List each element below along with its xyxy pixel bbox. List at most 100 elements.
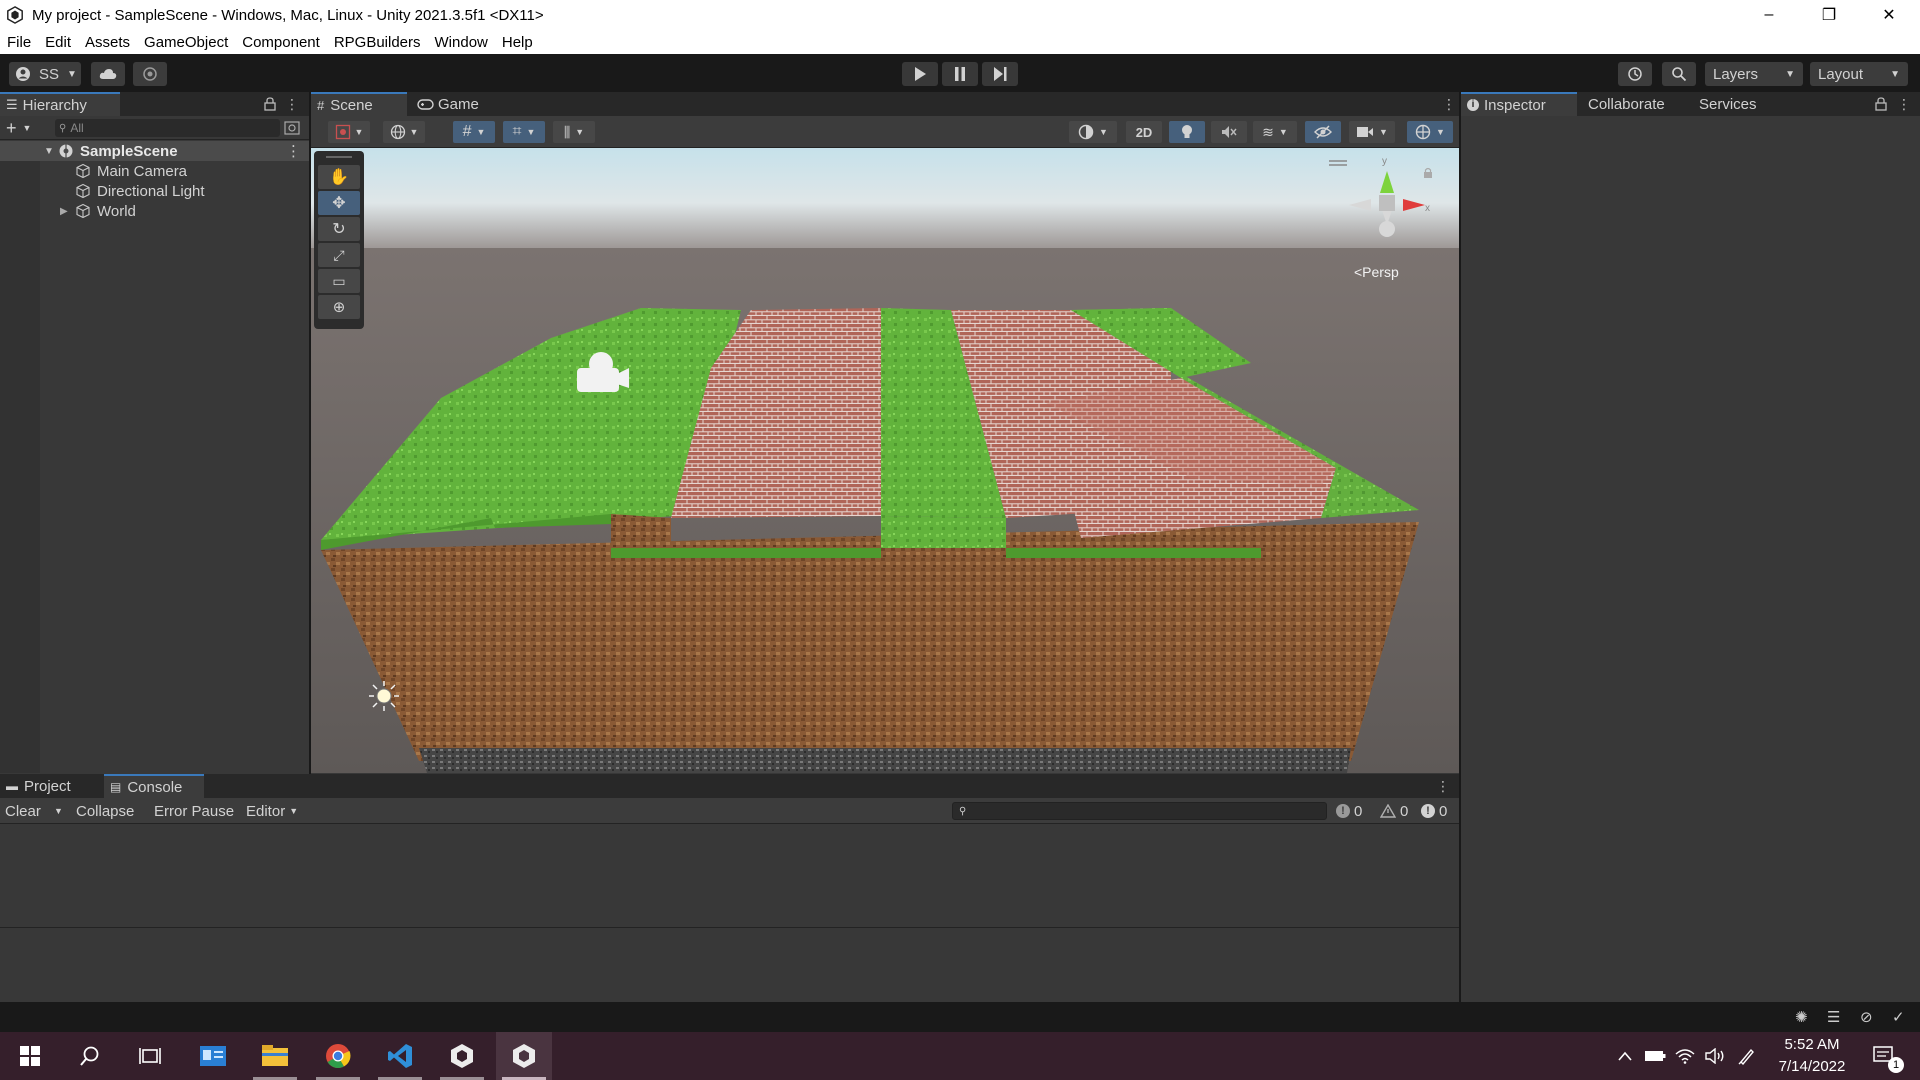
hierarchy-search-input[interactable]: ⚲ All xyxy=(55,119,280,137)
more-options-icon[interactable]: ⋮ xyxy=(285,96,299,112)
camera-dropdown[interactable]: ▼ xyxy=(1349,121,1395,143)
scene-viewport[interactable]: <Persp y x ✋ ✥ ↻ ⤢ ▭ ⊕ xyxy=(311,148,1459,773)
tab-console[interactable]: ▤ Console xyxy=(104,774,204,798)
menu-rpgbuilders[interactable]: RPGBuilders xyxy=(327,34,428,51)
lock-icon[interactable] xyxy=(264,97,276,111)
more-options-icon[interactable]: ⋮ xyxy=(1897,96,1911,112)
notification-center-button[interactable]: 1 xyxy=(1864,1032,1904,1080)
scene-search-icon[interactable] xyxy=(284,121,300,135)
taskbar-app-unity-editor[interactable] xyxy=(496,1032,552,1080)
taskbar-clock[interactable]: 5:52 AM 7/14/2022 xyxy=(1762,1032,1862,1080)
play-button[interactable] xyxy=(902,62,938,86)
task-view-button[interactable] xyxy=(122,1032,178,1080)
increment-snap-dropdown[interactable]: ⌗ ▼ xyxy=(503,121,545,143)
tab-game[interactable]: Game xyxy=(411,92,501,116)
lighting-toggle[interactable] xyxy=(1169,121,1205,143)
clear-button[interactable]: Clear xyxy=(5,801,41,821)
network-button[interactable] xyxy=(1672,1032,1698,1080)
expand-arrow-icon[interactable]: ▶ xyxy=(60,206,68,217)
warning-count-toggle[interactable]: 0 xyxy=(1380,801,1408,821)
more-options-icon[interactable]: ⋮ xyxy=(1436,778,1450,794)
taskbar-app-chrome[interactable] xyxy=(310,1032,366,1080)
2d-toggle[interactable]: 2D xyxy=(1126,121,1162,143)
more-options-icon[interactable]: ⋮ xyxy=(286,142,301,160)
move-tool-button[interactable]: ✥ xyxy=(318,191,360,215)
error-count-toggle[interactable]: ! 0 xyxy=(1421,801,1447,821)
minimize-button[interactable]: – xyxy=(1740,0,1798,30)
menu-assets[interactable]: Assets xyxy=(78,34,137,51)
taskbar-app-unity-hub[interactable] xyxy=(434,1032,490,1080)
tab-scene[interactable]: # Scene xyxy=(311,92,407,116)
tab-hierarchy[interactable]: ☰ Hierarchy xyxy=(0,92,120,116)
add-object-button[interactable]: + ▼ xyxy=(6,118,40,138)
search-button[interactable] xyxy=(1662,62,1696,86)
list-item[interactable]: Directional Light xyxy=(0,181,309,201)
taskbar-search-button[interactable] xyxy=(62,1032,118,1080)
rotate-tool-button[interactable]: ↻ xyxy=(318,217,360,241)
taskbar-app-vscode[interactable] xyxy=(372,1032,428,1080)
menu-help[interactable]: Help xyxy=(495,34,540,51)
shading-dropdown[interactable]: ▼ xyxy=(1069,121,1117,143)
palette-handle[interactable] xyxy=(326,156,352,158)
draw-mode-dropdown[interactable]: ▼ xyxy=(328,121,370,143)
battery-button[interactable] xyxy=(1642,1032,1668,1080)
rect-tool-button[interactable]: ▭ xyxy=(318,269,360,293)
tab-collaborate[interactable]: Collaborate xyxy=(1582,92,1692,116)
menu-edit[interactable]: Edit xyxy=(38,34,78,51)
close-button[interactable]: ✕ xyxy=(1860,0,1918,30)
hand-tool-button[interactable]: ✋ xyxy=(318,165,360,189)
lock-icon[interactable] xyxy=(1875,97,1887,111)
layout-label: Layout xyxy=(1818,65,1864,83)
error-pause-button[interactable]: Error Pause xyxy=(154,801,234,821)
taskbar-app-contacts[interactable] xyxy=(185,1032,241,1080)
editor-dropdown[interactable]: Editor ▼ xyxy=(246,801,298,821)
layers-dropdown[interactable]: Layers ▼ xyxy=(1705,62,1803,86)
audio-toggle[interactable] xyxy=(1211,121,1247,143)
scene-row[interactable]: ▼ SampleScene ⋮ xyxy=(0,141,309,161)
menu-file[interactable]: File xyxy=(0,34,38,51)
projection-label[interactable]: <Persp xyxy=(1354,264,1399,280)
collapse-button[interactable]: Collapse xyxy=(76,801,134,821)
history-button[interactable] xyxy=(1618,62,1652,86)
effects-dropdown[interactable]: ≋ ▼ xyxy=(1253,121,1297,143)
check-circle-icon[interactable]: ✓ xyxy=(1892,1008,1905,1026)
list-item[interactable]: Main Camera xyxy=(0,161,309,181)
align-dropdown[interactable]: ⫼ ▼ xyxy=(553,121,595,143)
global-dropdown[interactable]: ▼ xyxy=(383,121,425,143)
log-count-toggle[interactable]: ! 0 xyxy=(1336,801,1362,821)
start-button[interactable] xyxy=(2,1032,58,1080)
menu-component[interactable]: Component xyxy=(235,34,327,51)
taskbar-app-file-explorer[interactable] xyxy=(247,1032,303,1080)
progress-off-icon[interactable]: ⊘ xyxy=(1860,1008,1873,1026)
layers-stack-icon[interactable]: ☰ xyxy=(1827,1008,1840,1026)
volume-button[interactable] xyxy=(1702,1032,1728,1080)
layout-dropdown[interactable]: Layout ▼ xyxy=(1810,62,1908,86)
clear-options-dropdown[interactable]: ▼ xyxy=(54,801,63,821)
transform-tool-button[interactable]: ⊕ xyxy=(318,295,360,319)
console-detail-pane[interactable] xyxy=(0,927,1459,1002)
more-options-icon[interactable]: ⋮ xyxy=(1442,96,1456,112)
hidden-objects-toggle[interactable] xyxy=(1305,121,1341,143)
tab-services[interactable]: Services xyxy=(1693,92,1793,116)
scale-tool-button[interactable]: ⤢ xyxy=(318,243,360,267)
list-item[interactable]: ▶ World xyxy=(0,201,309,221)
console-search-input[interactable]: ⚲ xyxy=(952,802,1327,820)
account-icon xyxy=(16,67,30,81)
light-gizmo-icon[interactable] xyxy=(369,681,399,711)
menu-window[interactable]: Window xyxy=(428,34,495,51)
tab-project[interactable]: ▬ Project xyxy=(0,774,100,798)
pen-button[interactable] xyxy=(1734,1032,1760,1080)
tab-inspector[interactable]: i Inspector xyxy=(1461,92,1577,116)
debug-icon[interactable]: ✺ xyxy=(1795,1008,1808,1026)
menu-gameobject[interactable]: GameObject xyxy=(137,34,235,51)
grid-snap-dropdown[interactable]: # ▼ xyxy=(453,121,495,143)
cloud-button[interactable] xyxy=(91,62,125,86)
gizmos-dropdown[interactable]: ▼ xyxy=(1407,121,1453,143)
collab-button[interactable] xyxy=(133,62,167,86)
expand-arrow-icon[interactable]: ▼ xyxy=(44,146,54,157)
step-button[interactable] xyxy=(982,62,1018,86)
show-hidden-icons-button[interactable] xyxy=(1612,1032,1638,1080)
account-dropdown[interactable]: SS ▼ xyxy=(9,62,81,86)
pause-button[interactable] xyxy=(942,62,978,86)
restore-button[interactable]: ❐ xyxy=(1800,0,1858,30)
